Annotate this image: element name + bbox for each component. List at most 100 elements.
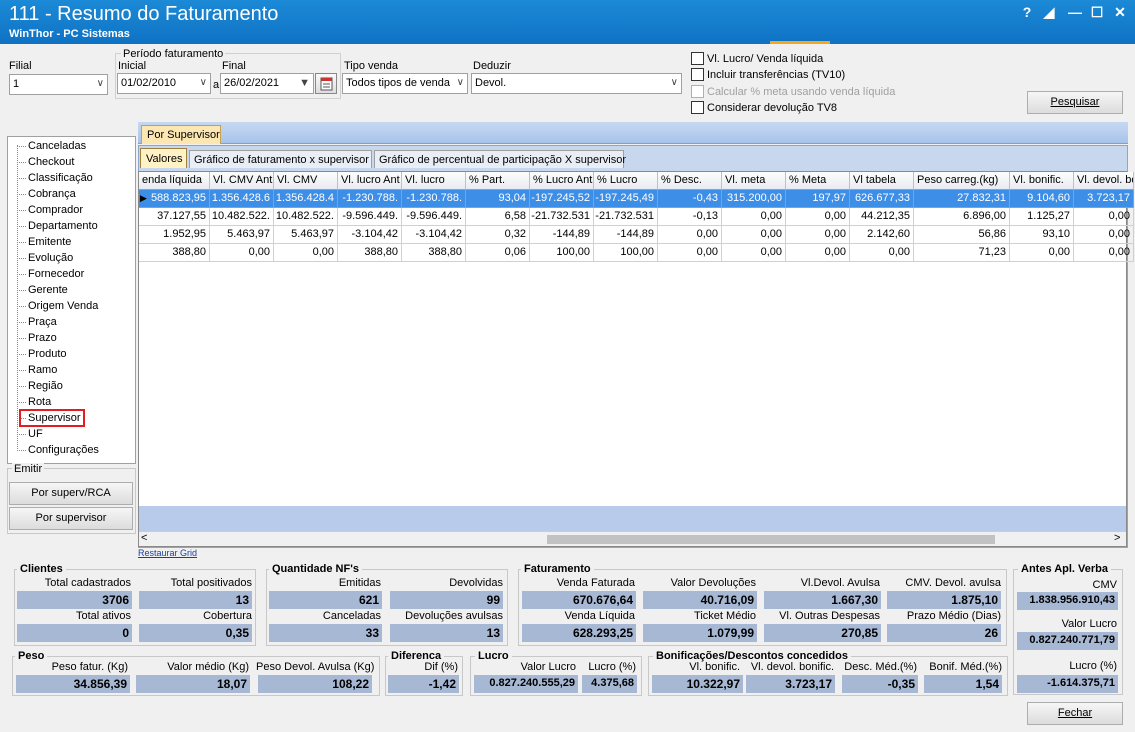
tree-connector <box>17 290 26 291</box>
horizontal-scrollbar[interactable]: < > <box>139 531 1126 546</box>
inicial-date-input[interactable]: 01/02/2010 ∨ <box>117 73 211 94</box>
tree-connector <box>17 434 26 435</box>
column-header[interactable]: % Lucro Ant <box>530 172 594 190</box>
tab-grafico-participacao[interactable]: Gráfico de percentual de participação X … <box>374 150 626 168</box>
column-header[interactable]: Vl. CMV Ant <box>210 172 274 190</box>
tree-item-10[interactable]: Origem Venda <box>28 300 98 312</box>
tree-item-7[interactable]: Evolução <box>28 252 73 264</box>
tree-item-16[interactable]: Rota <box>28 396 51 408</box>
antes-verba-title: Antes Apl. Verba <box>1018 563 1112 575</box>
table-cell: 71,23 <box>914 244 1010 262</box>
tree-item-13[interactable]: Produto <box>28 348 67 360</box>
scrollbar-thumb[interactable] <box>547 535 995 544</box>
column-header[interactable]: enda líquida <box>139 172 210 190</box>
tab-grafico-faturamento[interactable]: Gráfico de faturamento x supervisor <box>189 150 372 168</box>
column-header[interactable]: Vl. devol. bo <box>1074 172 1134 190</box>
tree-item-9[interactable]: Gerente <box>28 284 68 296</box>
column-header[interactable]: Vl. lucro <box>402 172 466 190</box>
column-header[interactable]: % Lucro <box>594 172 658 190</box>
maximize-icon[interactable]: ☐ <box>1088 4 1106 20</box>
restaurar-grid-link[interactable]: Restaurar Grid <box>138 548 197 558</box>
resize-icon[interactable]: ◢ <box>1040 4 1058 20</box>
tab-valores[interactable]: Valores <box>140 148 187 168</box>
tree-connector <box>17 370 26 371</box>
valor-medio-value: 18,07 <box>136 675 250 693</box>
table-row[interactable]: 588.823,95 1.356.428.6 1.356.428.4 -1.230.7… <box>139 190 1134 208</box>
lucro-valor-label: Valor Lucro <box>520 661 576 673</box>
tree-item-5[interactable]: Departamento <box>28 220 98 232</box>
antes-valor-lucro-label: Valor Lucro <box>1061 618 1117 630</box>
tipo-venda-select[interactable]: Todos tipos de venda ∨ <box>342 73 468 94</box>
tree-item-1[interactable]: Checkout <box>28 156 74 168</box>
checkbox-incluir-transferencias[interactable] <box>691 68 704 81</box>
tree-item-6[interactable]: Emitente <box>28 236 71 248</box>
final-date-input[interactable]: 26/02/2021 ▼ <box>220 73 314 94</box>
por-superv-rca-button[interactable]: Por superv/RCA <box>9 482 133 505</box>
minimize-icon[interactable]: — <box>1066 4 1084 20</box>
table-cell: 0,00 <box>722 208 786 226</box>
pesquisar-button[interactable]: Pesquisar <box>1027 91 1123 114</box>
tree-item-0[interactable]: Canceladas <box>28 140 86 152</box>
inicial-label: Inicial <box>118 60 147 72</box>
table-cell: 1.356.428.6 <box>210 190 274 208</box>
table-row[interactable]: 1.952,95 5.463,97 5.463,97 -3.104,42 -3.104,… <box>139 226 1134 244</box>
table-cell: 197,97 <box>786 190 850 208</box>
deduzir-select[interactable]: Devol. ∨ <box>471 73 682 94</box>
checkbox-incluir-transferencias-label: Incluir transferências (TV10) <box>707 69 846 81</box>
prazo-medio-value: 26 <box>887 624 1001 642</box>
dif-value: -1,42 <box>388 675 459 693</box>
tree-item-12[interactable]: Prazo <box>28 332 57 344</box>
table-row[interactable]: 37.127,55 10.482.522. 10.482.522. -9.596.44… <box>139 208 1134 226</box>
data-grid[interactable]: enda líquida Vl. CMV Ant Vl. CMV Vl. lucro … <box>138 171 1134 547</box>
tree-item-19[interactable]: Configurações <box>28 444 99 456</box>
close-icon[interactable]: ✕ <box>1111 4 1129 20</box>
help-icon[interactable]: ? <box>1018 4 1036 20</box>
scroll-left-icon[interactable]: < <box>141 532 147 544</box>
tree-item-14[interactable]: Ramo <box>28 364 57 376</box>
window-title: 111 - Resumo do Faturamento <box>9 3 279 25</box>
column-header[interactable]: Vl. bonific. <box>1010 172 1074 190</box>
emitidas-value: 621 <box>269 591 382 609</box>
column-header[interactable]: Vl. CMV <box>274 172 338 190</box>
checkbox-considerar-devolucao[interactable] <box>691 101 704 114</box>
tree-item-4[interactable]: Comprador <box>28 204 83 216</box>
table-cell: 5.463,97 <box>274 226 338 244</box>
checkbox-vl-lucro[interactable] <box>691 52 704 65</box>
filial-select[interactable]: 1 ∨ <box>9 74 108 95</box>
antes-lucro-pct-value: -1.614.375,71 <box>1017 675 1118 693</box>
column-header[interactable]: % Desc. <box>658 172 722 190</box>
tree-item-8[interactable]: Fornecedor <box>28 268 84 280</box>
total-positivados-value: 13 <box>139 591 252 609</box>
por-supervisor-button[interactable]: Por supervisor <box>9 507 133 530</box>
table-cell: 93,10 <box>1010 226 1074 244</box>
column-header[interactable]: % Part. <box>466 172 530 190</box>
table-cell: 1.125,27 <box>1010 208 1074 226</box>
column-header[interactable]: Vl. lucro Ant <box>338 172 402 190</box>
chevron-down-icon: ∨ <box>96 78 104 89</box>
tree-item-11[interactable]: Praça <box>28 316 57 328</box>
table-cell: 0,00 <box>274 244 338 262</box>
tab-por-supervisor[interactable]: Por Supervisor <box>141 125 221 144</box>
tree-item-18[interactable]: UF <box>28 428 43 440</box>
tree-connector <box>17 354 26 355</box>
table-cell: 0,00 <box>1074 244 1134 262</box>
tree-item-2[interactable]: Classificação <box>28 172 93 184</box>
fechar-button[interactable]: Fechar <box>1027 702 1123 725</box>
column-header[interactable]: Vl tabela <box>850 172 914 190</box>
lucro-valor-value: 0.827.240.555,29 <box>474 675 578 693</box>
table-cell: 6.896,00 <box>914 208 1010 226</box>
scroll-right-icon[interactable]: > <box>1114 532 1120 544</box>
clientes-title: Clientes <box>17 563 66 575</box>
tree-connector <box>17 194 26 195</box>
column-header[interactable]: Vl. meta <box>722 172 786 190</box>
column-header[interactable]: Peso carreg.(kg) <box>914 172 1010 190</box>
table-row[interactable]: 388,80 0,00 0,00 388,80 388,80 0,06 100,00 100,… <box>139 244 1134 262</box>
column-header[interactable]: % Meta <box>786 172 850 190</box>
table-cell: -21.732.531 <box>594 208 658 226</box>
tree-item-15[interactable]: Região <box>28 380 63 392</box>
calendar-icon[interactable] <box>315 73 337 94</box>
outras-despesas-value: 270,85 <box>764 624 881 642</box>
final-label: Final <box>222 60 246 72</box>
tree-item-3[interactable]: Cobrança <box>28 188 76 200</box>
table-cell: 0,00 <box>722 244 786 262</box>
